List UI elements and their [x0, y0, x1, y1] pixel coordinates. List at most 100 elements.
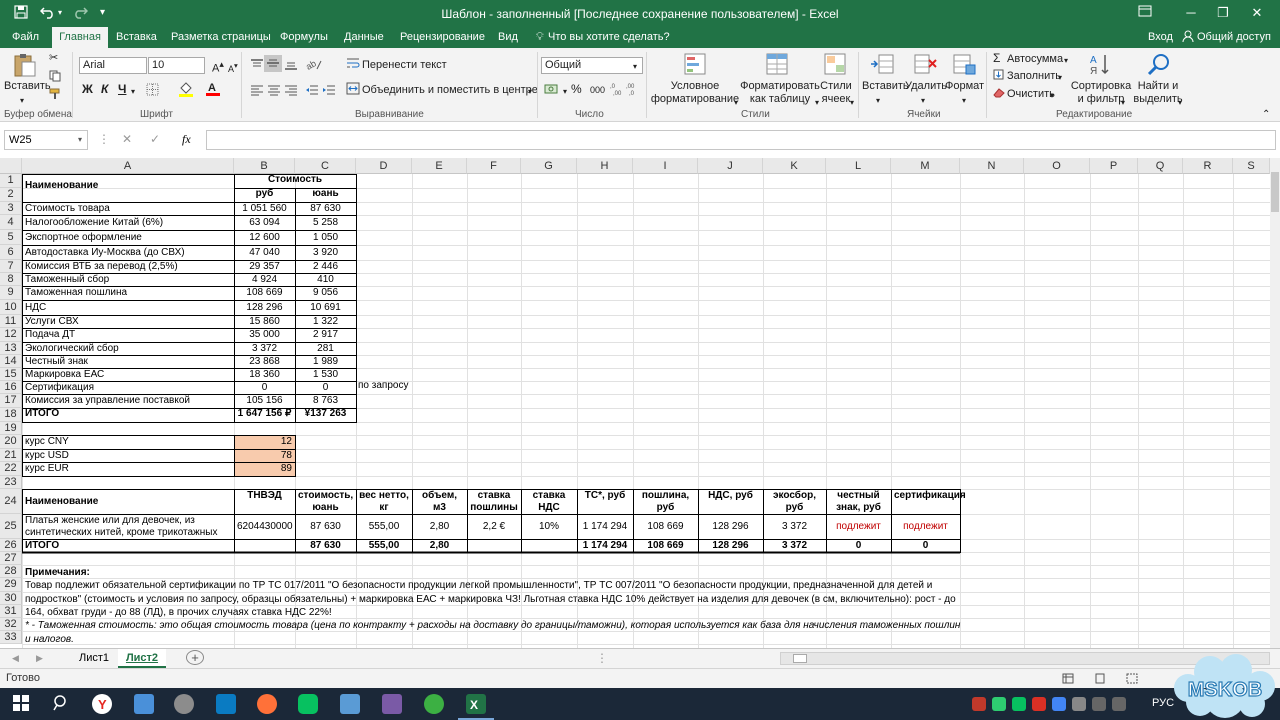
row-header-7[interactable]: 7	[0, 260, 22, 273]
find-select-dropdown-icon[interactable]: ▾	[1178, 96, 1182, 109]
row-header-2[interactable]: 2	[0, 188, 22, 202]
format-painter-icon[interactable]	[49, 88, 61, 104]
sheet-tab-list2[interactable]: Лист2	[118, 649, 166, 668]
row-header-12[interactable]: 12	[0, 328, 22, 342]
app-icon[interactable]	[174, 694, 194, 714]
wrap-text-button[interactable]: Перенести текст	[362, 59, 447, 72]
decrease-font-icon[interactable]: A▾	[228, 59, 238, 76]
align-center-icon[interactable]	[267, 84, 281, 100]
column-header-d[interactable]: D	[356, 158, 412, 174]
formula-bar-grip-icon[interactable]: ⋮	[98, 133, 110, 146]
app-icon[interactable]	[216, 694, 236, 714]
row-header-24[interactable]: 24	[0, 489, 22, 514]
sort-filter-dropdown-icon[interactable]: ▾	[1121, 96, 1125, 109]
column-header-o[interactable]: O	[1024, 158, 1090, 174]
tray-app-icon[interactable]	[972, 697, 986, 711]
cell-styles-icon[interactable]	[823, 52, 849, 76]
search-icon[interactable]	[52, 694, 72, 714]
find-select-label-1[interactable]: Найти и	[1130, 80, 1186, 93]
row-header-13[interactable]: 13	[0, 342, 22, 355]
sign-in-link[interactable]: Вход	[1148, 30, 1173, 45]
column-header-e[interactable]: E	[412, 158, 467, 174]
sheet-tab-list1[interactable]: Лист1	[70, 649, 118, 668]
format-cells-icon[interactable]	[951, 52, 977, 76]
vertical-scrollbar[interactable]	[1270, 158, 1280, 648]
ribbon-display-icon[interactable]	[1130, 4, 1160, 22]
column-header-p[interactable]: P	[1090, 158, 1138, 174]
row-header-22[interactable]: 22	[0, 462, 22, 476]
row-header-1[interactable]: 1	[0, 174, 22, 188]
column-header-g[interactable]: G	[521, 158, 577, 174]
windows-start-icon[interactable]	[12, 694, 32, 714]
row-header-16[interactable]: 16	[0, 381, 22, 394]
column-header-m[interactable]: M	[891, 158, 960, 174]
currency-dropdown-icon[interactable]: ▾	[563, 85, 567, 98]
excel-taskbar-icon[interactable]: X	[466, 694, 486, 714]
paste-icon[interactable]	[12, 52, 38, 77]
tab-home[interactable]: Главная	[52, 27, 108, 48]
align-middle-icon[interactable]	[264, 55, 282, 72]
confirm-entry-icon[interactable]: ✓	[150, 133, 160, 146]
app-icon[interactable]	[424, 694, 444, 714]
delete-cells-icon[interactable]	[912, 52, 938, 76]
column-header-r[interactable]: R	[1183, 158, 1233, 174]
row-header-31[interactable]: 31	[0, 605, 22, 618]
insert-function-icon[interactable]: fx	[182, 133, 191, 146]
borders-icon[interactable]	[146, 83, 159, 100]
file-icon[interactable]	[134, 694, 154, 714]
row-header-29[interactable]: 29	[0, 578, 22, 592]
tab-file[interactable]: Файл	[12, 30, 39, 45]
firefox-icon[interactable]	[257, 694, 277, 714]
delete-cells-dropdown-icon[interactable]: ▾	[921, 94, 925, 107]
number-format-dropdown-icon[interactable]: ▾	[633, 60, 637, 73]
column-header-b[interactable]: B	[234, 158, 295, 174]
font-color-icon[interactable]: A	[205, 80, 221, 100]
row-header-3[interactable]: 3	[0, 202, 22, 215]
worksheet-grid[interactable]: ABCDEFGHIJKLMNOPQRS 1 2 3 4 5 6 7 8 9 10 11 12 13 14 1…	[0, 158, 1270, 648]
clear-button[interactable]: Очистить	[1007, 88, 1055, 101]
page-break-view-icon[interactable]	[1126, 673, 1138, 688]
increase-font-icon[interactable]: A▴	[212, 58, 224, 76]
row-header-26[interactable]: 26	[0, 539, 22, 552]
insert-cells-button[interactable]: Вставить	[862, 80, 909, 93]
formula-input[interactable]	[206, 130, 1276, 150]
row-header-11[interactable]: 11	[0, 315, 22, 328]
percent-button[interactable]: %	[571, 83, 582, 96]
find-select-icon[interactable]	[1146, 52, 1172, 76]
scroll-tabs-right-icon[interactable]: ▶	[36, 652, 43, 665]
select-all-corner[interactable]	[0, 158, 22, 174]
restore-icon[interactable]: ❐	[1208, 4, 1238, 22]
format-cells-button[interactable]: Формат	[945, 80, 984, 93]
tab-formulas[interactable]: Формулы	[280, 30, 328, 45]
sort-filter-icon[interactable]: АЯ	[1088, 52, 1114, 77]
clear-dropdown-icon[interactable]: ▾	[1050, 89, 1054, 102]
bold-button[interactable]: Ж	[82, 83, 93, 96]
conditional-format-icon[interactable]	[683, 52, 709, 76]
align-right-icon[interactable]	[284, 84, 298, 100]
delete-cells-button[interactable]: Удалить	[905, 80, 947, 93]
fill-icon[interactable]	[993, 69, 1004, 84]
row-header-4[interactable]: 4	[0, 215, 22, 230]
share-button[interactable]: Общий доступ	[1197, 30, 1271, 45]
column-header-a[interactable]: A	[22, 158, 234, 174]
decrease-indent-icon[interactable]	[305, 84, 319, 100]
paste-button[interactable]: Вставить	[4, 80, 51, 93]
name-box[interactable]: W25	[4, 130, 88, 150]
decrease-decimal-icon[interactable]: ,00,0	[626, 82, 640, 100]
column-header-l[interactable]: L	[826, 158, 891, 174]
app-icon[interactable]	[382, 694, 402, 714]
yandex-browser-icon[interactable]: Y	[92, 694, 112, 714]
row-header-28[interactable]: 28	[0, 565, 22, 578]
tray-app-icon[interactable]	[1052, 697, 1066, 711]
font-name-dropdown[interactable]: Arial	[79, 57, 147, 74]
row-header-6[interactable]: 6	[0, 245, 22, 260]
increase-indent-icon[interactable]	[322, 84, 336, 100]
row-header-17[interactable]: 17	[0, 394, 22, 408]
row-header-21[interactable]: 21	[0, 449, 22, 462]
column-header-j[interactable]: J	[698, 158, 763, 174]
tab-split-handle-icon[interactable]: ⋮	[596, 652, 608, 665]
minimize-icon[interactable]: ─	[1176, 4, 1206, 22]
row-header-25[interactable]: 25	[0, 514, 22, 539]
copy-icon[interactable]	[49, 70, 61, 86]
paste-dropdown-icon[interactable]: ▾	[20, 94, 24, 107]
